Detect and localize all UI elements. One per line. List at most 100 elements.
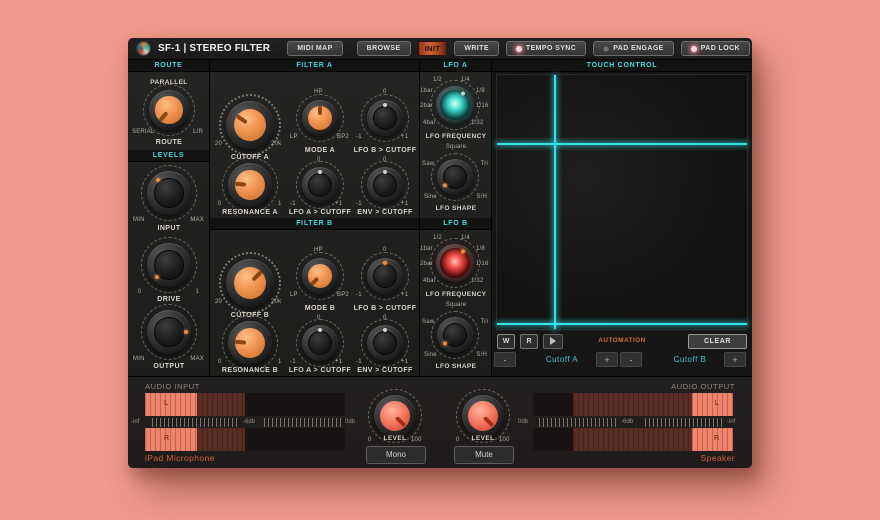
lfo-a-to-cutoff-a-knob[interactable]: [302, 167, 338, 203]
cutoff-a-min-label: 20: [215, 141, 222, 147]
browse-button[interactable]: BROWSE: [357, 41, 411, 56]
input-max-label: MAX: [190, 217, 204, 223]
automation-play-button[interactable]: [543, 334, 563, 349]
lfo-a-to-cutoff-a-max-label: +1: [335, 201, 342, 207]
lfo-b-shape-tick: Tri: [481, 319, 488, 325]
resonance-a-knob[interactable]: [228, 163, 272, 207]
env-to-cutoff-a-knob[interactable]: [367, 167, 403, 203]
preset-display[interactable]: INIT: [418, 41, 448, 56]
lfo-b-shape-label: LFO SHAPE: [420, 363, 492, 370]
tempo-sync-toggle[interactable]: TEMPO SYNC: [506, 41, 586, 56]
input-gain-knob[interactable]: [374, 395, 416, 437]
drive-min-label: 0: [138, 289, 142, 295]
automation-label: AUTOMATION: [562, 337, 682, 344]
param-x-plus-button[interactable]: +: [596, 352, 618, 367]
output-gain-knob[interactable]: [462, 395, 504, 437]
lfo-b-shape-knob[interactable]: [437, 317, 473, 353]
mode-a-knob[interactable]: [302, 100, 338, 136]
cutoff-a-knob[interactable]: [226, 101, 274, 149]
mode-b-knob[interactable]: [302, 258, 338, 294]
lfo-b-to-cutoff-b-top-label: 0: [383, 247, 387, 253]
param-x-name[interactable]: Cutoff A: [522, 355, 602, 364]
input-scale-mid: -6db: [243, 419, 255, 425]
lfo-b-to-cutoff-a-knob[interactable]: [367, 100, 403, 136]
mute-button[interactable]: Mute: [454, 446, 514, 464]
clear-button[interactable]: CLEAR: [688, 334, 747, 349]
audio-input-header: AUDIO INPUT: [145, 382, 200, 391]
output-max-label: MAX: [190, 356, 204, 362]
pad-lock-label: PAD LOCK: [701, 45, 740, 52]
window-title: SF-1 | STEREO FILTER: [158, 43, 270, 54]
param-y-name[interactable]: Cutoff B: [650, 355, 730, 364]
knob-pointer: [138, 234, 200, 296]
lfo-a-shape-label: LFO SHAPE: [420, 205, 492, 212]
mode-b-top-label: HP: [314, 247, 323, 253]
levels-section-header: LEVELS: [128, 150, 209, 162]
param-y-minus-button[interactable]: -: [620, 352, 642, 367]
meter-fill-dim: [197, 393, 245, 416]
input-gain-label: LEVEL: [375, 435, 415, 442]
output-min-label: MIN: [133, 356, 145, 362]
env-to-cutoff-a-min-label: -1: [356, 201, 362, 207]
meter-empty: [245, 393, 345, 416]
plugin-window: SF-1 | STEREO FILTER MIDI MAP BROWSE INI…: [128, 38, 752, 468]
meter-r-label: R: [164, 435, 169, 442]
cutoff-b-knob[interactable]: [226, 259, 274, 307]
resonance-b-knob[interactable]: [228, 321, 272, 365]
lfo-a-to-cutoff-a-top-label: 0: [317, 157, 321, 163]
mode-a-top-label: HP: [314, 89, 323, 95]
output-ruler-ticks: [539, 418, 617, 427]
drive-knob[interactable]: [147, 243, 191, 287]
lfo-a-frequency-knob[interactable]: [436, 86, 474, 124]
env-to-cutoff-a-top-label: 0: [383, 157, 387, 163]
meter-fill-bright: L: [692, 393, 733, 416]
automation-write-button[interactable]: W: [497, 334, 515, 349]
meter-fill-dim: [573, 393, 692, 416]
lfo-b-freq-tick: 1/32: [471, 278, 483, 284]
write-button[interactable]: WRITE: [454, 41, 499, 56]
lfo-a-frequency-label: LFO FREQUENCY: [420, 133, 492, 140]
knob-pointer: [217, 92, 284, 159]
touch-control-header: TOUCH CONTROL: [492, 60, 752, 72]
input-gain-min-label: 0: [368, 437, 372, 443]
touch-pad[interactable]: [496, 74, 748, 330]
pad-engage-toggle[interactable]: PAD ENGAGE: [593, 41, 674, 56]
lfo-a-to-cutoff-b-knob[interactable]: [302, 325, 338, 361]
input-ruler-ticks: [152, 418, 240, 427]
pad-lock-toggle[interactable]: PAD LOCK: [681, 41, 750, 56]
lfo-b-to-cutoff-a-max-label: +1: [401, 134, 408, 140]
resonance-b-max-label: 1: [278, 359, 282, 365]
lfo-a-shape-tick: S/H: [476, 194, 487, 200]
lfo-b-freq-tick: 1/8: [476, 246, 485, 252]
meter-empty: [533, 428, 573, 451]
input-scale-min: -inf: [131, 419, 139, 425]
mode-b-max-label: BP2: [337, 292, 349, 298]
input-meter-l: L: [145, 393, 345, 416]
lfo-b-to-cutoff-b-max-label: +1: [401, 292, 408, 298]
output-level-knob[interactable]: [147, 310, 191, 354]
param-x-minus-button[interactable]: -: [494, 352, 516, 367]
param-y-plus-button[interactable]: +: [724, 352, 746, 367]
audio-output-header: AUDIO OUTPUT: [671, 382, 735, 391]
input-min-label: MIN: [133, 217, 145, 223]
automation-read-button[interactable]: R: [520, 334, 538, 349]
midi-map-button[interactable]: MIDI MAP: [287, 41, 342, 56]
mono-button[interactable]: Mono: [366, 446, 426, 464]
lfo-b-freq-tick: 1/2: [433, 235, 442, 241]
lfo-b-shape-tick: Sine: [424, 352, 437, 358]
lfo-a-freq-tick: 4bar: [423, 120, 436, 126]
env-to-cutoff-b-knob[interactable]: [367, 325, 403, 361]
route-lr-label: L/R: [193, 129, 203, 135]
lfo-a-shape-knob[interactable]: [437, 159, 473, 195]
lfo-b-freq-tick: 1/4: [461, 235, 470, 241]
lfo-b-to-cutoff-b-knob[interactable]: [367, 258, 403, 294]
lfo-panel: LFO A 1/2 1/4 1bar 1/8 2bar 1/16 4bar 1/…: [420, 60, 492, 376]
knob-pointer: [216, 249, 284, 317]
lfo-a-shape-tick: Sine: [424, 194, 437, 200]
route-knob[interactable]: [149, 90, 189, 130]
meter-l-label: L: [715, 400, 719, 407]
lfo-a-shape-tick: Square: [420, 144, 492, 150]
input-level-knob[interactable]: [147, 171, 191, 215]
lfo-a-to-cutoff-b-max-label: +1: [335, 359, 342, 365]
lfo-b-frequency-knob[interactable]: [436, 244, 474, 282]
